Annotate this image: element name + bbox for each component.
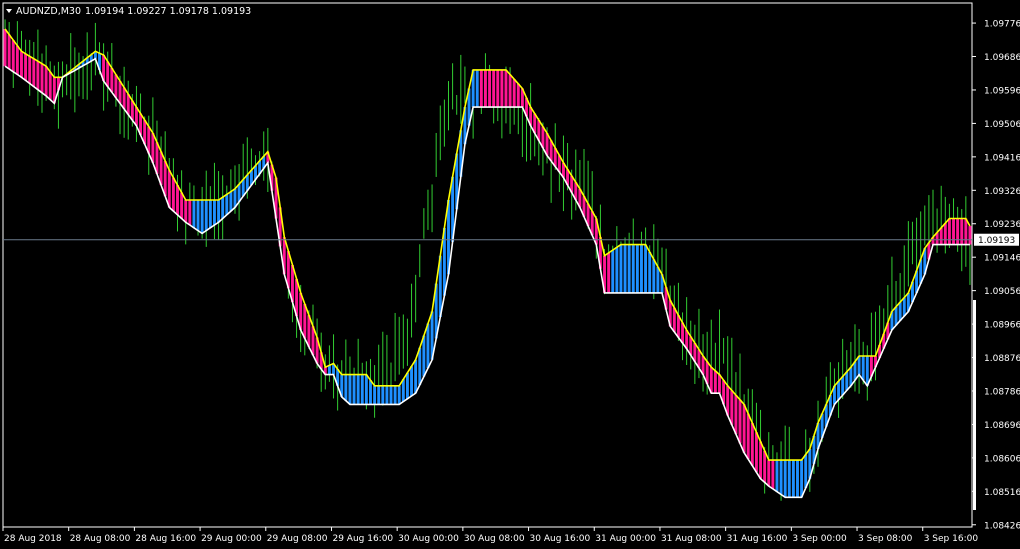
- y-tick-label: 1.08696: [984, 421, 1020, 431]
- quote-values: 1.09194 1.09227 1.09178 1.09193: [85, 6, 251, 17]
- y-axis: 1.09776 1.09686 1.09596 1.09506 1.09416 1.093…: [972, 20, 1020, 531]
- x-tick-label: 3 Sep 16:00: [924, 534, 979, 544]
- x-tick-label: 30 Aug 16:00: [530, 534, 591, 544]
- x-tick-label: 31 Aug 00:00: [595, 534, 656, 544]
- price-chart[interactable]: 1.09776 1.09686 1.09596 1.09506 1.09416 1.093…: [0, 0, 1020, 549]
- y-tick-label: 1.09506: [984, 120, 1020, 130]
- x-tick-label: 3 Sep 08:00: [858, 534, 913, 544]
- x-tick-label: 31 Aug 16:00: [727, 534, 788, 544]
- y-tick-label: 1.09776: [984, 20, 1020, 30]
- x-tick-label: 29 Aug 08:00: [267, 534, 328, 544]
- x-tick-label: 29 Aug 00:00: [201, 534, 262, 544]
- y-tick-label: 1.09056: [984, 287, 1020, 297]
- y-tick-label: 1.09686: [984, 53, 1020, 63]
- y-tick-label: 1.08516: [984, 488, 1020, 498]
- plot-frame: [2, 2, 973, 528]
- symbol-label: AUDNZD,M30: [16, 6, 81, 17]
- y-tick-label: 1.09596: [984, 86, 1020, 96]
- scroll-indicator[interactable]: [973, 300, 976, 510]
- x-tick-label: 28 Aug 2018: [4, 534, 62, 544]
- x-tick-label: 3 Sep 00:00: [792, 534, 847, 544]
- y-tick-label: 1.08606: [984, 454, 1020, 464]
- y-tick-label: 1.08426: [984, 521, 1020, 531]
- x-tick-label: 30 Aug 08:00: [464, 534, 525, 544]
- x-axis: 28 Aug 2018 28 Aug 08:00 28 Aug 16:00 29 Au…: [2, 527, 979, 544]
- price-tag-label: 1.09193: [978, 236, 1015, 246]
- y-tick-label: 1.08966: [984, 321, 1020, 331]
- chart-window[interactable]: 1.09776 1.09686 1.09596 1.09506 1.09416 1.093…: [0, 0, 1020, 549]
- y-tick-label: 1.09416: [984, 153, 1020, 163]
- x-tick-label: 30 Aug 00:00: [398, 534, 459, 544]
- y-tick-label: 1.09146: [984, 254, 1020, 264]
- y-tick-label: 1.08786: [984, 387, 1020, 397]
- x-tick-label: 29 Aug 16:00: [332, 534, 393, 544]
- chart-header: AUDNZD,M30 1.09194 1.09227 1.09178 1.091…: [6, 6, 251, 17]
- y-tick-label: 1.08876: [984, 354, 1020, 364]
- x-tick-label: 28 Aug 16:00: [135, 534, 196, 544]
- x-tick-label: 28 Aug 08:00: [70, 534, 131, 544]
- y-tick-label: 1.09236: [984, 220, 1020, 230]
- x-tick-label: 31 Aug 08:00: [661, 534, 722, 544]
- y-tick-label: 1.09326: [984, 187, 1020, 197]
- current-price-tag: 1.09193: [974, 233, 1019, 246]
